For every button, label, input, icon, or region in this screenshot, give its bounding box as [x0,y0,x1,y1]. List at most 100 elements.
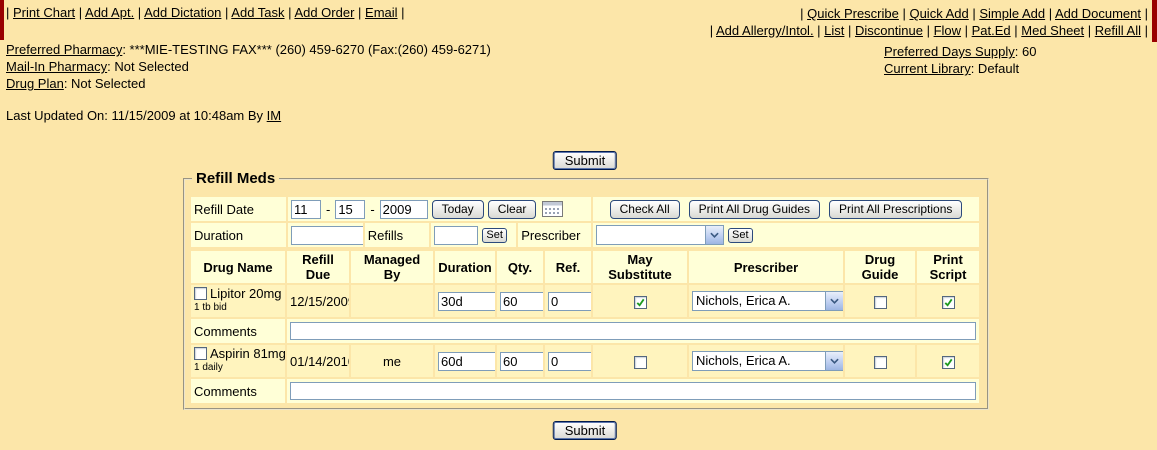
submit-button-top[interactable]: Submit [553,151,617,170]
prescriber-select-value: Nichols, Erica A. [693,292,825,310]
nav-link-add-apt[interactable]: Add Apt. [85,5,134,20]
med-row-lipitor: Lipitor 20mg 1 tb bid 12/15/2009 Nichols… [191,285,979,317]
qty-input[interactable] [500,292,543,311]
drug-name: Aspirin 81mg [210,346,285,361]
nav-link-add-document[interactable]: Add Document [1055,6,1141,21]
last-updated-line: Last Updated On: 11/15/2009 at 10:48am B… [6,108,281,123]
set-refills-button[interactable]: Set [482,228,507,243]
med-row-aspirin: Aspirin 81mg 1 daily 01/14/2010 me Nicho… [191,345,979,377]
nav-link-simple-add[interactable]: Simple Add [979,6,1045,21]
col-header-refill-due: Refill Due [287,251,349,283]
nav-link-add-dictation[interactable]: Add Dictation [144,5,221,20]
nav-link-quick-add[interactable]: Quick Add [909,6,968,21]
bulk-refills-input[interactable] [434,226,478,245]
pharmacy-info: Preferred Pharmacy: ***MIE-TESTING FAX**… [6,41,491,92]
bulk-buttons-cell: Check All Print All Drug Guides Print Al… [593,197,979,221]
drug-name: Lipitor 20mg [210,286,282,301]
managed-by-value: me [351,345,433,377]
mail-in-pharmacy-line: Mail-In Pharmacy: Not Selected [6,58,491,75]
preferred-pharmacy-line: Preferred Pharmacy: ***MIE-TESTING FAX**… [6,41,491,58]
nav-link-flow[interactable]: Flow [934,23,961,38]
current-library-label: Current Library [884,61,971,76]
duration-input[interactable] [438,352,495,371]
top-nav-right: | Quick Prescribe | Quick Add | Simple A… [710,5,1148,39]
comments-input[interactable] [290,382,976,400]
nav-link-add-task[interactable]: Add Task [231,5,284,20]
preferred-pharmacy-value: : ***MIE-TESTING FAX*** (260) 459-6270 (… [122,42,491,57]
select-med-checkbox[interactable] [194,347,207,360]
comments-row: Comments [191,379,979,403]
last-updated-user-link[interactable]: IM [267,108,281,123]
preferred-pharmacy-label: Preferred Pharmacy [6,42,122,57]
bulk-prescriber-select-value [597,226,705,244]
comments-input[interactable] [290,322,976,340]
may-substitute-checkbox[interactable] [634,356,647,369]
nav-link-quick-prescribe[interactable]: Quick Prescribe [807,6,899,21]
chevron-down-icon [705,226,723,244]
refill-date-cell: - - Today Clear [288,197,591,221]
refill-date-label: Refill Date [191,197,286,221]
col-header-ref: Ref. [545,251,591,283]
supply-info: Preferred Days Supply: 60 Current Librar… [884,43,1036,77]
nav-link-add-order[interactable]: Add Order [294,5,354,20]
col-header-may-substitute: May Substitute [593,251,687,283]
drug-sig: 1 daily [194,362,282,373]
chevron-down-icon [825,352,843,370]
left-accent-bar [0,0,4,40]
refill-day-input[interactable] [335,200,365,219]
refill-due-value: 12/15/2009 [287,285,349,317]
calendar-icon[interactable] [542,201,563,217]
bulk-refills-label: Refills [365,223,430,247]
refill-year-input[interactable] [380,200,428,219]
today-button[interactable]: Today [432,200,484,219]
print-script-checkbox[interactable] [942,356,955,369]
col-header-qty: Qty. [497,251,543,283]
nav-link-add-allergy-intol[interactable]: Add Allergy/Intol. [716,23,814,38]
qty-input[interactable] [500,352,543,371]
right-accent-bar [1152,0,1157,42]
clear-button[interactable]: Clear [488,200,537,219]
may-substitute-checkbox[interactable] [634,296,647,309]
col-header-duration: Duration [435,251,495,283]
mail-in-pharmacy-label: Mail-In Pharmacy [6,59,107,74]
bulk-duration-input[interactable] [291,226,363,245]
col-header-drug-guide: Drug Guide [845,251,915,283]
bulk-prescriber-label: Prescriber [518,223,591,247]
duration-input[interactable] [438,292,495,311]
last-updated-text: Last Updated On: 11/15/2009 at 10:48am B… [6,108,267,123]
nav-link-list[interactable]: List [824,23,844,38]
print-script-checkbox[interactable] [942,296,955,309]
drug-plan-line: Drug Plan: Not Selected [6,75,491,92]
nav-link-pat-ed[interactable]: Pat.Ed [972,23,1011,38]
set-prescriber-button[interactable]: Set [728,228,753,243]
refill-month-input[interactable] [291,200,321,219]
comments-row: Comments [191,319,979,343]
nav-link-med-sheet[interactable]: Med Sheet [1021,23,1084,38]
prescriber-select[interactable]: Nichols, Erica A. [692,351,843,371]
days-supply-value: : 60 [1015,44,1037,59]
refill-meds-fieldset: Refill Meds Refill Date - - Today Clear [183,170,989,410]
nav-link-discontinue[interactable]: Discontinue [855,23,923,38]
col-header-prescriber: Prescriber [689,251,843,283]
nav-link-print-chart[interactable]: Print Chart [13,5,75,20]
print-all-drug-guides-button[interactable]: Print All Drug Guides [689,200,820,219]
drug-plan-label: Drug Plan [6,76,64,91]
prescriber-select[interactable]: Nichols, Erica A. [692,291,843,311]
nav-link-email[interactable]: Email [365,5,398,20]
ref-input[interactable] [548,352,591,371]
ref-input[interactable] [548,292,591,311]
nav-link-refill-all[interactable]: Refill All [1095,23,1141,38]
bulk-duration-label: Duration [191,223,286,247]
select-med-checkbox[interactable] [194,287,207,300]
drug-guide-checkbox[interactable] [874,356,887,369]
bulk-prescriber-select[interactable] [596,225,724,245]
check-all-button[interactable]: Check All [610,200,680,219]
current-library-line: Current Library: Default [884,60,1036,77]
drug-guide-checkbox[interactable] [874,296,887,309]
drug-sig: 1 tb bid [194,302,282,313]
comments-label: Comments [191,319,285,343]
print-all-prescriptions-button[interactable]: Print All Prescriptions [829,200,962,219]
mail-in-pharmacy-value: : Not Selected [107,59,189,74]
prescriber-select-value: Nichols, Erica A. [693,352,825,370]
submit-button-bottom[interactable]: Submit [553,421,617,440]
